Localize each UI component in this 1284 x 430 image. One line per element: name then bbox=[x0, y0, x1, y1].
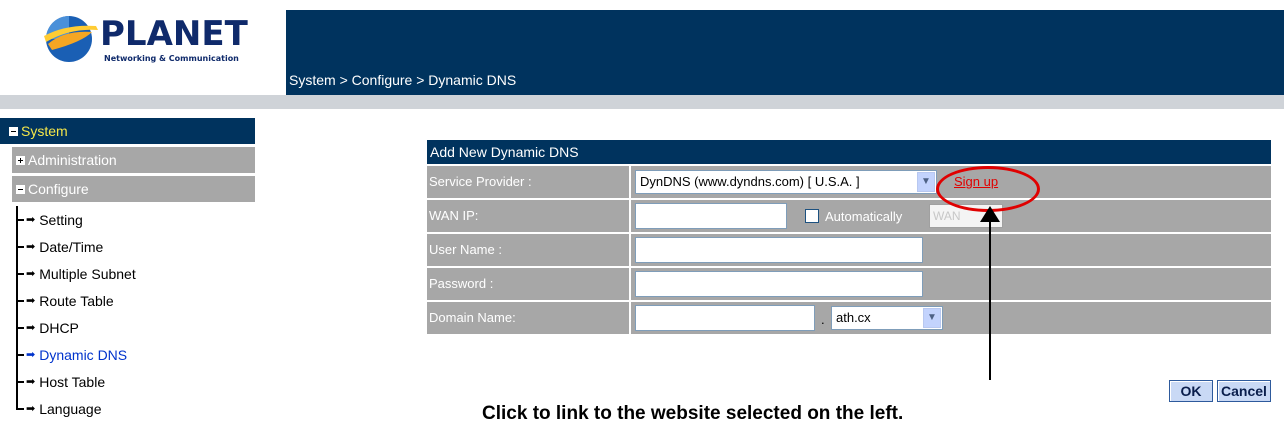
chevron-down-icon: ▼ bbox=[923, 308, 941, 328]
sidebar-item-multiple-subnet[interactable]: ➡ Multiple Subnet bbox=[16, 260, 255, 287]
sidebar-item-dhcp[interactable]: ➡ DHCP bbox=[16, 314, 255, 341]
sidebar-group-label: Administration bbox=[28, 152, 117, 168]
callout-arrow-line bbox=[989, 214, 991, 380]
wan-ip-label: WAN IP: bbox=[427, 200, 631, 232]
sidebar-item-label: Host Table bbox=[39, 373, 106, 390]
sidebar-item-label: Setting bbox=[39, 211, 83, 228]
row-wan-ip: WAN IP: Automatically WAN bbox=[427, 200, 1271, 232]
service-provider-value: DynDNS (www.dyndns.com) [ U.S.A. ] bbox=[640, 174, 860, 189]
sidebar-item-language[interactable]: ➡ Language bbox=[16, 395, 255, 422]
header-sub-band bbox=[0, 95, 1284, 109]
domain-suffix-select[interactable]: ath.cx ▼ bbox=[831, 306, 943, 330]
domain-separator: . bbox=[821, 312, 825, 327]
automatically-checkbox[interactable] bbox=[805, 209, 819, 223]
expand-icon bbox=[16, 155, 25, 165]
breadcrumb: System > Configure > Dynamic DNS bbox=[289, 72, 517, 88]
collapse-icon bbox=[9, 126, 18, 136]
wan-ip-input[interactable] bbox=[635, 203, 787, 229]
arrow-right-icon: ➡ bbox=[26, 268, 36, 280]
row-user-name: User Name : bbox=[427, 234, 1271, 266]
row-domain-name: Domain Name: . ath.cx ▼ bbox=[427, 302, 1271, 334]
sidebar-group-configure[interactable]: Configure bbox=[12, 176, 255, 202]
sidebar-header-system[interactable]: System bbox=[0, 118, 255, 144]
sidebar-item-route-table[interactable]: ➡ Route Table bbox=[16, 287, 255, 314]
sidebar-item-label: Multiple Subnet bbox=[39, 265, 136, 282]
callout-caption: Click to link to the website selected on… bbox=[482, 403, 904, 424]
password-input[interactable] bbox=[635, 271, 923, 297]
sidebar-item-label: Language bbox=[39, 400, 102, 417]
domain-suffix-value: ath.cx bbox=[836, 310, 871, 325]
arrow-right-icon: ➡ bbox=[26, 295, 36, 307]
ok-button[interactable]: OK bbox=[1169, 380, 1213, 402]
domain-name-label: Domain Name: bbox=[427, 302, 631, 334]
brand-tagline: Networking & Communication bbox=[104, 54, 239, 63]
sidebar-item-host-table[interactable]: ➡ Host Table bbox=[16, 368, 255, 395]
globe-icon bbox=[44, 16, 98, 62]
sidebar-item-label: Date/Time bbox=[39, 238, 104, 255]
sidebar-item-label: DHCP bbox=[39, 319, 79, 336]
sidebar-header-label: System bbox=[21, 123, 68, 139]
cancel-button[interactable]: Cancel bbox=[1217, 380, 1271, 402]
wan-select-value: WAN bbox=[933, 209, 961, 223]
form-title: Add New Dynamic DNS bbox=[427, 140, 1271, 164]
sidebar-group-label: Configure bbox=[28, 181, 89, 197]
user-name-label: User Name : bbox=[427, 234, 631, 266]
arrow-right-icon: ➡ bbox=[26, 349, 36, 361]
service-provider-select[interactable]: DynDNS (www.dyndns.com) [ U.S.A. ] ▼ bbox=[635, 170, 937, 194]
arrow-right-icon: ➡ bbox=[26, 241, 36, 253]
domain-host-input[interactable] bbox=[635, 305, 815, 331]
sidebar-item-date-time[interactable]: ➡ Date/Time bbox=[16, 233, 255, 260]
arrow-right-icon: ➡ bbox=[26, 322, 36, 334]
sidebar-item-setting[interactable]: ➡ Setting bbox=[16, 206, 255, 233]
sidebar-group-administration[interactable]: Administration bbox=[12, 147, 255, 173]
sidebar-configure-items: ➡ Setting ➡ Date/Time ➡ Multiple Subnet … bbox=[16, 206, 255, 422]
sidebar: System Administration Configure ➡ Settin… bbox=[0, 118, 255, 422]
arrow-right-icon: ➡ bbox=[26, 214, 36, 226]
chevron-down-icon: ▼ bbox=[917, 172, 935, 192]
arrow-right-icon: ➡ bbox=[26, 376, 36, 388]
automatically-label: Automatically bbox=[825, 209, 903, 224]
row-service-provider: Service Provider : DynDNS (www.dyndns.co… bbox=[427, 166, 1271, 198]
brand-name: PLANET bbox=[100, 14, 248, 54]
sidebar-item-label: Dynamic DNS bbox=[39, 346, 128, 363]
sidebar-item-label: Route Table bbox=[39, 292, 114, 309]
sidebar-item-dynamic-dns[interactable]: ➡ Dynamic DNS bbox=[16, 341, 255, 368]
planet-logo: PLANET Networking & Communication bbox=[42, 12, 248, 68]
arrow-right-icon: ➡ bbox=[26, 403, 36, 415]
password-label: Password : bbox=[427, 268, 631, 300]
user-name-input[interactable] bbox=[635, 237, 923, 263]
row-password: Password : bbox=[427, 268, 1271, 300]
collapse-icon bbox=[16, 184, 25, 194]
service-provider-label: Service Provider : bbox=[427, 166, 631, 198]
logo-area: PLANET Networking & Communication bbox=[0, 0, 286, 95]
